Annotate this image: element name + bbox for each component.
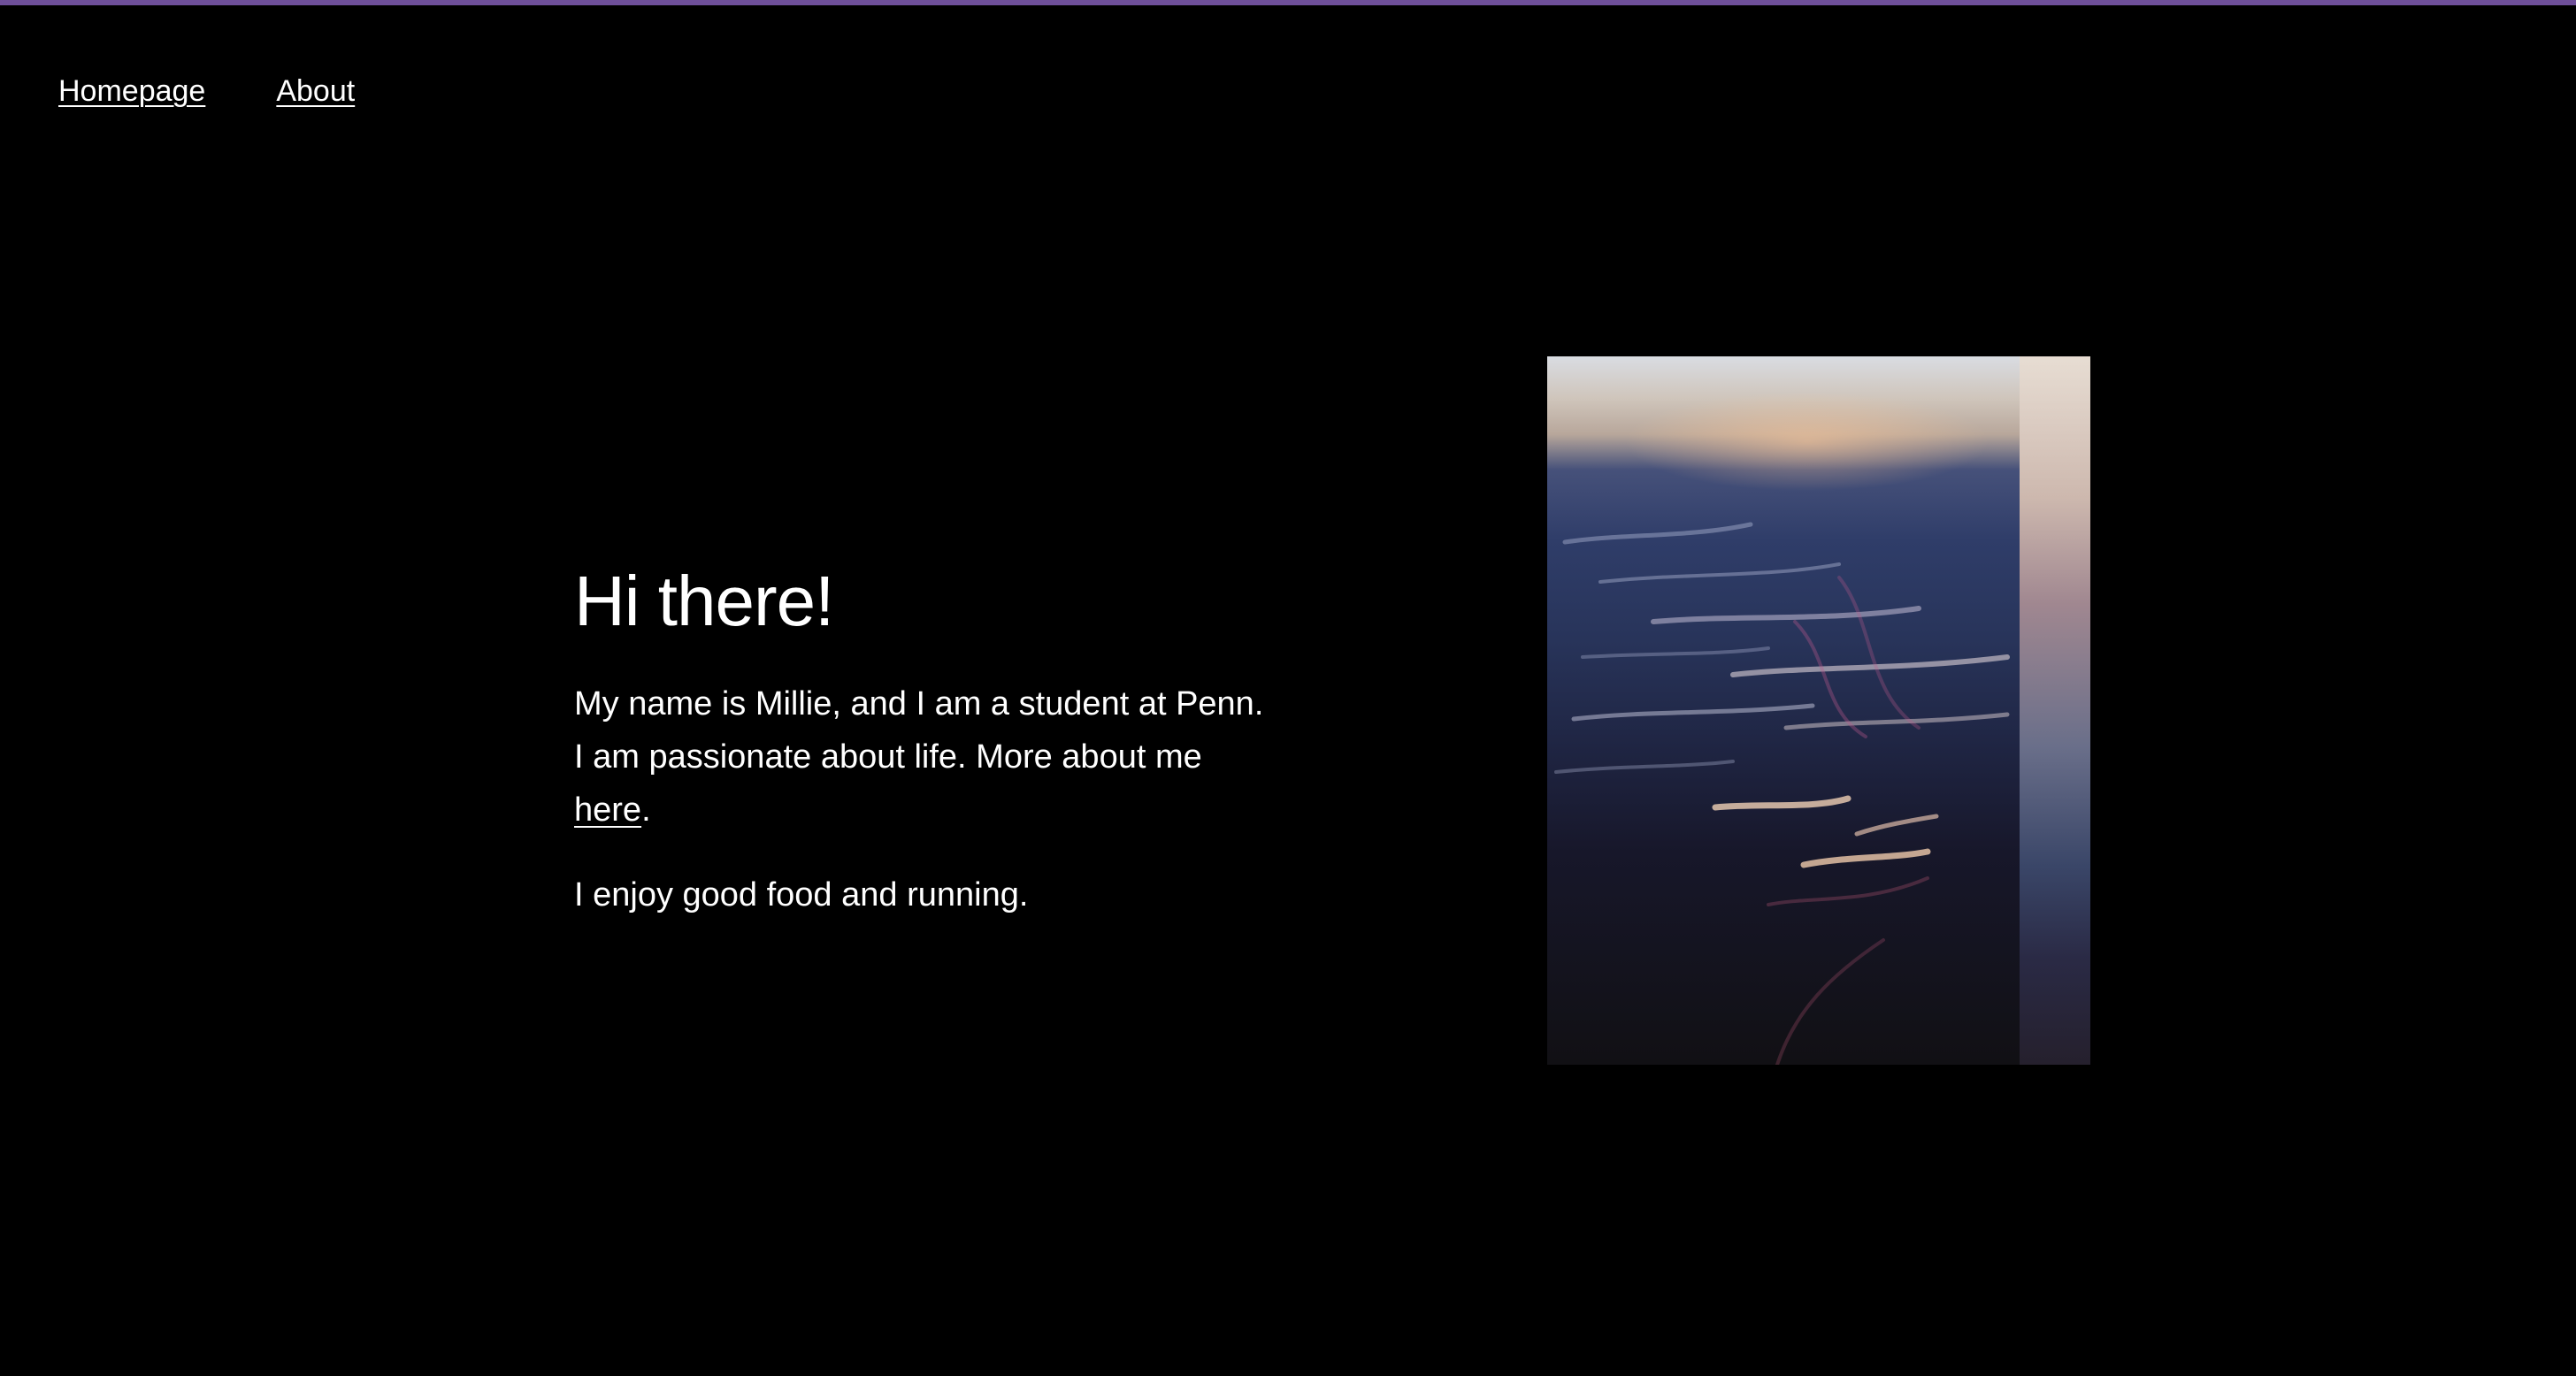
nav-link-about[interactable]: About	[276, 74, 355, 109]
nav-link-homepage[interactable]: Homepage	[58, 74, 205, 109]
top-nav: Homepage About	[58, 74, 355, 109]
intro-period: .	[641, 791, 651, 829]
water-reflections-graphic	[1554, 522, 2010, 1065]
hobbies-paragraph: I enjoy good food and running.	[574, 876, 1029, 914]
hero-section: Hi there! My name is Millie, and I am a …	[574, 557, 1300, 921]
page-title: Hi there!	[574, 562, 834, 640]
hero-photo	[1547, 356, 2090, 1065]
intro-paragraph: My name is Millie, and I am a student at…	[574, 677, 1282, 837]
top-accent-bar	[0, 0, 2576, 5]
intro-text: My name is Millie, and I am a student at…	[574, 685, 1264, 776]
photo-side-strip	[2020, 356, 2090, 1065]
water-photo	[1547, 356, 2020, 1065]
about-me-link[interactable]: here	[574, 791, 641, 829]
